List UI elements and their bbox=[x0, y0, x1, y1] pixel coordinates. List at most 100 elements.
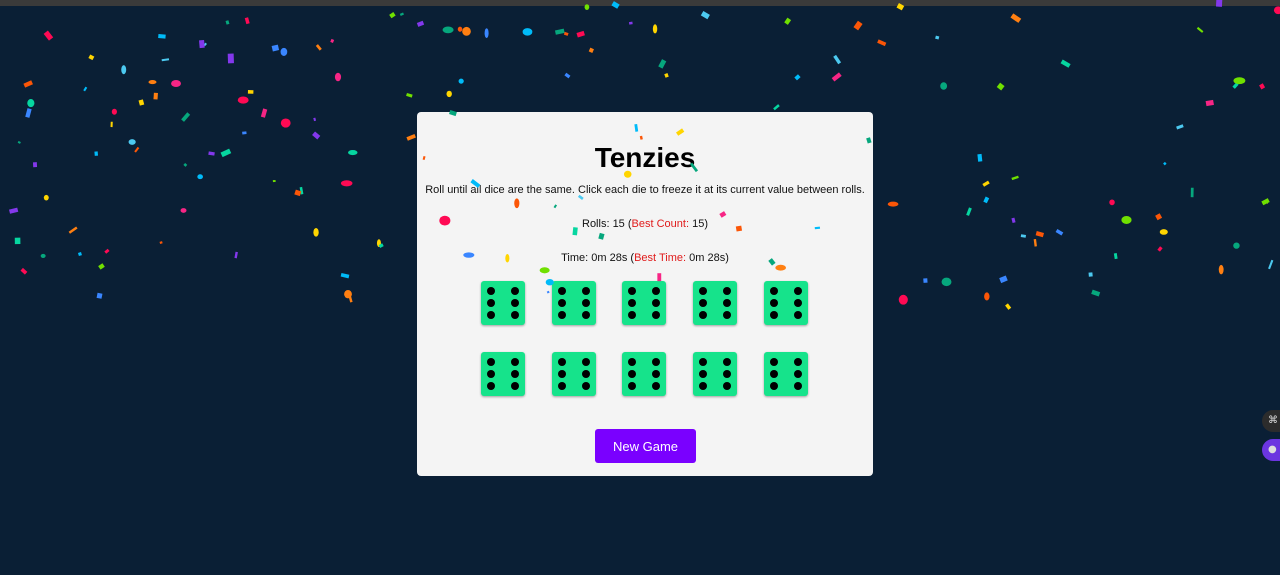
confetti-piece bbox=[833, 54, 842, 65]
confetti-piece bbox=[159, 241, 163, 244]
confetti-piece bbox=[576, 30, 585, 38]
die-6[interactable] bbox=[481, 352, 525, 396]
die-pip bbox=[769, 358, 778, 366]
confetti-piece bbox=[312, 131, 321, 140]
confetti-piece bbox=[983, 196, 990, 204]
die-5[interactable] bbox=[763, 281, 808, 325]
instructions-text: Roll until all dice are the same. Click … bbox=[425, 184, 865, 196]
die-2[interactable] bbox=[551, 281, 596, 325]
confetti-piece bbox=[330, 38, 335, 43]
time-label: Time: bbox=[561, 252, 592, 264]
die-10[interactable] bbox=[763, 352, 808, 396]
die-pip bbox=[487, 382, 495, 390]
confetti-piece bbox=[999, 275, 1008, 284]
confetti-piece bbox=[831, 72, 842, 82]
rolls-stat: Rolls: 15 (Best Count: 15) bbox=[417, 217, 873, 231]
confetti-piece bbox=[88, 54, 95, 61]
confetti-piece bbox=[347, 292, 353, 303]
die-1[interactable] bbox=[481, 281, 525, 325]
confetti-piece bbox=[161, 58, 170, 62]
die-pip bbox=[652, 370, 661, 378]
confetti-piece bbox=[9, 207, 19, 214]
die-4[interactable] bbox=[693, 281, 738, 325]
die-pip bbox=[628, 299, 637, 307]
confetti-piece bbox=[564, 72, 571, 79]
side-control-command[interactable]: ⌘ bbox=[1262, 410, 1280, 432]
die-pip bbox=[557, 299, 566, 307]
confetti-piece bbox=[1055, 228, 1064, 236]
confetti-piece bbox=[138, 99, 145, 106]
paren-close: ) bbox=[725, 252, 729, 264]
die-pip bbox=[581, 358, 590, 366]
die-pip bbox=[628, 287, 637, 295]
confetti-piece bbox=[794, 74, 801, 81]
confetti-piece bbox=[96, 292, 103, 299]
confetti-piece bbox=[446, 90, 452, 98]
confetti-piece bbox=[406, 92, 413, 98]
confetti-piece bbox=[1196, 26, 1204, 33]
die-8[interactable] bbox=[622, 352, 667, 396]
confetti-piece bbox=[923, 278, 928, 283]
die-pip bbox=[723, 370, 732, 378]
confetti-piece bbox=[315, 44, 322, 51]
die-pip bbox=[628, 370, 637, 378]
die-pip bbox=[652, 299, 661, 307]
confetti-piece bbox=[1011, 217, 1016, 224]
die-pip bbox=[652, 287, 661, 295]
time-stat: Time: 0m 28s (Best Time: 0m 28s) bbox=[417, 251, 873, 265]
confetti-piece bbox=[658, 59, 667, 69]
confetti-piece bbox=[180, 208, 187, 213]
page-title: Tenzies bbox=[594, 142, 696, 173]
confetti-piece bbox=[128, 139, 136, 145]
confetti-piece bbox=[340, 180, 353, 187]
die-pip bbox=[723, 299, 732, 307]
confetti-piece bbox=[406, 133, 416, 141]
die-7[interactable] bbox=[551, 352, 596, 396]
confetti-piece bbox=[1109, 199, 1115, 206]
rolls-value: 15 bbox=[612, 218, 625, 230]
confetti-piece bbox=[134, 146, 140, 153]
confetti-piece bbox=[853, 20, 863, 31]
confetti-piece bbox=[153, 92, 158, 100]
die-pip bbox=[652, 382, 661, 390]
die-3[interactable] bbox=[622, 281, 667, 325]
die-9[interactable] bbox=[693, 352, 738, 396]
confetti-piece bbox=[237, 96, 249, 104]
confetti-piece bbox=[1233, 242, 1240, 249]
die-pip bbox=[581, 382, 590, 390]
die-pip bbox=[699, 382, 708, 390]
confetti-piece bbox=[344, 289, 352, 299]
confetti-piece bbox=[887, 201, 899, 207]
die-pip bbox=[511, 382, 519, 390]
die-pip bbox=[723, 287, 732, 295]
die-pip bbox=[793, 370, 802, 378]
confetti-piece bbox=[348, 150, 358, 156]
confetti-piece bbox=[784, 17, 792, 25]
confetti-piece bbox=[773, 104, 780, 111]
confetti-piece bbox=[940, 82, 948, 90]
side-control-assistant[interactable]: ● bbox=[1262, 439, 1280, 461]
confetti-piece bbox=[982, 180, 990, 187]
confetti-piece bbox=[227, 53, 234, 64]
confetti-piece bbox=[43, 194, 49, 201]
confetti-piece bbox=[94, 151, 99, 156]
confetti-piece bbox=[1232, 82, 1239, 89]
die-pip bbox=[511, 358, 519, 366]
confetti-piece bbox=[877, 39, 887, 47]
die-pip bbox=[487, 299, 495, 307]
confetti-piece bbox=[1011, 175, 1019, 181]
confetti-piece bbox=[234, 251, 238, 259]
confetti-piece bbox=[1268, 259, 1274, 270]
confetti-piece bbox=[389, 12, 396, 19]
confetti-piece bbox=[20, 267, 28, 275]
assistant-icon: ● bbox=[1268, 444, 1277, 455]
confetti-piece bbox=[941, 277, 952, 287]
confetti-piece bbox=[148, 79, 157, 85]
new-game-button[interactable]: New Game bbox=[595, 429, 696, 463]
confetti-piece bbox=[340, 272, 350, 279]
die-pip bbox=[793, 299, 802, 307]
confetti-piece bbox=[183, 162, 188, 167]
confetti-piece bbox=[25, 108, 32, 118]
confetti-piece bbox=[563, 31, 569, 36]
die-pip bbox=[769, 287, 778, 295]
